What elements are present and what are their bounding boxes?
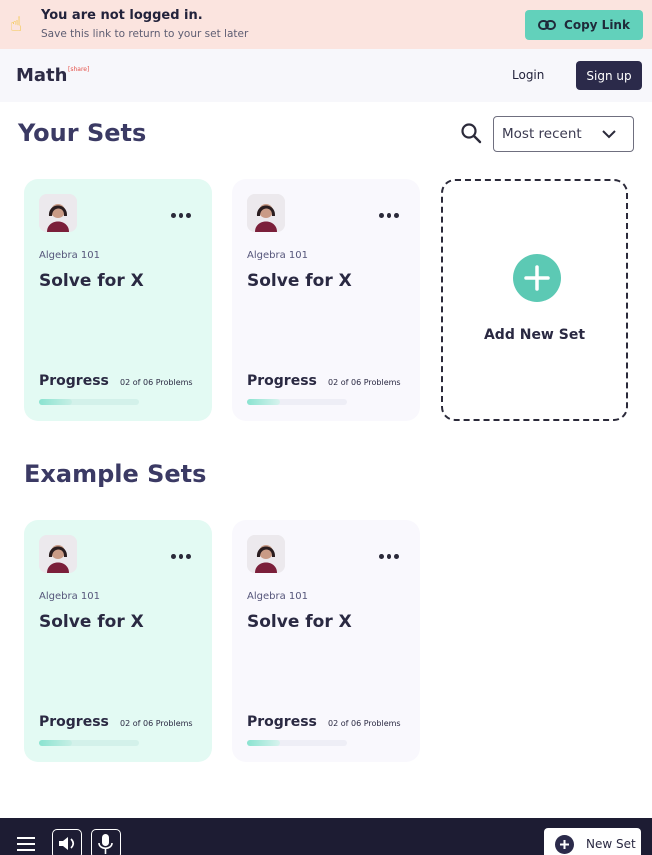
progress-label: Progress xyxy=(247,714,317,730)
example-set-card[interactable]: Algebra 101 Solve for X Progress 02 of 0… xyxy=(24,520,212,762)
speaker-icon xyxy=(59,837,75,850)
copy-link-label: Copy Link xyxy=(564,18,630,32)
speaker-button[interactable] xyxy=(52,829,82,855)
example-sets-heading: Example Sets xyxy=(24,460,207,488)
card-title: Solve for X xyxy=(247,612,352,632)
more-options-icon[interactable] xyxy=(379,550,400,562)
plus-icon xyxy=(513,254,561,302)
add-new-set-card[interactable]: Add New Set xyxy=(441,179,628,421)
sort-select-value: Most recent xyxy=(502,126,582,142)
progress-count: 02 of 06 Problems xyxy=(120,378,193,387)
progress-label: Progress xyxy=(39,373,109,389)
microphone-icon xyxy=(98,834,113,854)
avatar xyxy=(247,194,285,232)
card-title: Solve for X xyxy=(39,271,144,291)
copy-link-button[interactable]: Copy Link xyxy=(525,10,643,40)
search-icon[interactable] xyxy=(460,122,482,144)
top-nav: Math [share] Login Sign up xyxy=(0,49,652,102)
progress-label: Progress xyxy=(247,373,317,389)
pointing-hand-icon: ☝ xyxy=(10,12,23,36)
card-subject: Algebra 101 xyxy=(39,250,100,261)
progress-count: 02 of 06 Problems xyxy=(328,378,401,387)
bottom-toolbar: New Set xyxy=(0,818,652,855)
set-card[interactable]: Algebra 101 Solve for X Progress 02 of 0… xyxy=(232,179,420,421)
logo[interactable]: Math xyxy=(16,65,67,86)
more-options-icon[interactable] xyxy=(171,209,192,221)
more-options-icon[interactable] xyxy=(171,550,192,562)
login-banner: ☝ You are not logged in. Save this link … xyxy=(0,0,652,49)
menu-icon[interactable] xyxy=(16,837,36,851)
signup-button[interactable]: Sign up xyxy=(576,61,642,90)
banner-subtitle: Save this link to return to your set lat… xyxy=(41,28,249,40)
new-set-button[interactable]: New Set xyxy=(544,828,641,855)
your-sets-heading: Your Sets xyxy=(18,119,147,147)
card-subject: Algebra 101 xyxy=(247,250,308,261)
progress-count: 02 of 06 Problems xyxy=(328,719,401,728)
avatar xyxy=(39,194,77,232)
progress-bar xyxy=(39,399,139,405)
progress-bar xyxy=(39,740,139,746)
link-icon xyxy=(538,20,557,30)
progress-bar xyxy=(247,399,347,405)
add-new-set-label: Add New Set xyxy=(483,327,586,343)
progress-bar xyxy=(247,740,347,746)
banner-title: You are not logged in. xyxy=(41,8,203,23)
card-title: Solve for X xyxy=(247,271,352,291)
chevron-down-icon xyxy=(602,130,616,139)
card-subject: Algebra 101 xyxy=(247,591,308,602)
progress-count: 02 of 06 Problems xyxy=(120,719,193,728)
progress-label: Progress xyxy=(39,714,109,730)
set-card[interactable]: Algebra 101 Solve for X Progress 02 of 0… xyxy=(24,179,212,421)
example-set-card[interactable]: Algebra 101 Solve for X Progress 02 of 0… xyxy=(232,520,420,762)
logo-superscript: [share] xyxy=(68,66,90,73)
login-link[interactable]: Login xyxy=(512,68,544,82)
plus-circle-icon xyxy=(555,835,574,854)
card-subject: Algebra 101 xyxy=(39,591,100,602)
new-set-label: New Set xyxy=(586,837,636,851)
microphone-button[interactable] xyxy=(91,829,121,855)
card-title: Solve for X xyxy=(39,612,144,632)
avatar xyxy=(39,535,77,573)
sort-select[interactable]: Most recent xyxy=(493,116,634,152)
more-options-icon[interactable] xyxy=(379,209,400,221)
avatar xyxy=(247,535,285,573)
